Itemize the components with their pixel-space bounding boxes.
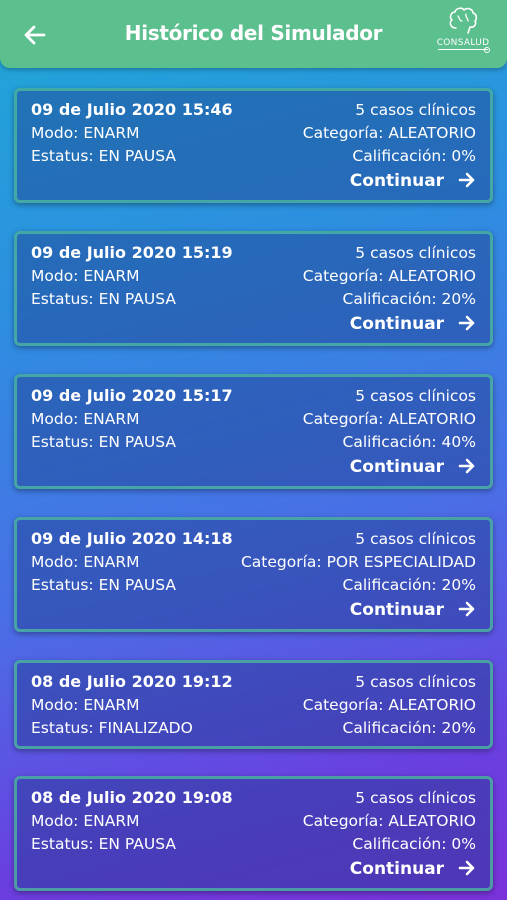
card-status: Estatus: FINALIZADO [31, 719, 193, 737]
history-card: 09 de Julio 2020 15:46 5 casos clínicos … [14, 88, 493, 203]
continue-label: Continuar [349, 457, 445, 477]
card-date: 09 de Julio 2020 15:46 [31, 100, 233, 119]
card-date: 09 de Julio 2020 15:19 [31, 243, 233, 262]
card-cases: 5 casos clínicos [355, 789, 476, 807]
card-category: Categoría: ALEATORIO [302, 812, 476, 830]
card-status: Estatus: EN PAUSA [31, 147, 176, 165]
arrow-right-icon [458, 315, 475, 331]
card-category: Categoría: ALEATORIO [302, 267, 476, 285]
card-grade: Calificación: 40% [342, 433, 476, 451]
card-date: 08 de Julio 2020 19:12 [31, 672, 233, 691]
brain-logo-icon [449, 7, 478, 34]
continue-button[interactable]: Continuar [350, 312, 476, 336]
continue-label: Continuar [349, 314, 445, 334]
history-card: 08 de Julio 2020 19:12 5 casos clínicos … [14, 660, 493, 749]
history-card: 08 de Julio 2020 19:08 5 casos clínicos … [14, 776, 493, 891]
card-cases: 5 casos clínicos [355, 673, 476, 691]
logo-underline [438, 47, 490, 53]
arrow-right-icon [458, 860, 475, 876]
card-category: Categoría: POR ESPECIALIDAD [240, 553, 476, 571]
card-category: Categoría: ALEATORIO [302, 410, 476, 428]
continue-label: Continuar [349, 859, 445, 879]
card-cases: 5 casos clínicos [355, 530, 476, 548]
card-status: Estatus: EN PAUSA [31, 576, 176, 594]
card-mode: Modo: ENARM [31, 267, 140, 285]
card-mode: Modo: ENARM [31, 124, 140, 142]
card-status: Estatus: EN PAUSA [31, 290, 176, 308]
continue-button[interactable]: Continuar [350, 169, 476, 193]
card-status: Estatus: EN PAUSA [31, 835, 176, 853]
card-mode: Modo: ENARM [31, 696, 140, 714]
continue-button[interactable]: Continuar [350, 598, 476, 622]
continue-button[interactable]: Continuar [350, 455, 476, 479]
card-cases: 5 casos clínicos [355, 244, 476, 262]
consalud-logo: CONSALUD [432, 6, 494, 62]
card-grade: Calificación: 20% [342, 719, 476, 737]
arrow-right-icon [458, 601, 475, 617]
continue-button[interactable]: Continuar [350, 857, 476, 881]
page-title: Histórico del Simulador [124, 21, 383, 45]
card-grade: Calificación: 0% [352, 147, 476, 165]
card-grade: Calificación: 20% [342, 290, 476, 308]
history-card: 09 de Julio 2020 14:18 5 casos clínicos … [14, 517, 493, 632]
app-header: Histórico del Simulador CONSALUD [0, 0, 507, 68]
arrow-right-icon [458, 172, 475, 188]
arrow-right-icon [458, 458, 475, 474]
continue-label: Continuar [349, 171, 445, 191]
history-card: 09 de Julio 2020 15:19 5 casos clínicos … [14, 231, 493, 346]
card-grade: Calificación: 20% [342, 576, 476, 594]
card-mode: Modo: ENARM [31, 812, 140, 830]
card-category: Categoría: ALEATORIO [302, 696, 476, 714]
card-grade: Calificación: 0% [352, 835, 476, 853]
card-status: Estatus: EN PAUSA [31, 433, 176, 451]
history-card: 09 de Julio 2020 15:17 5 casos clínicos … [14, 374, 493, 489]
card-mode: Modo: ENARM [31, 553, 140, 571]
card-date: 08 de Julio 2020 19:08 [31, 788, 233, 807]
card-mode: Modo: ENARM [31, 410, 140, 428]
card-cases: 5 casos clínicos [355, 387, 476, 405]
card-cases: 5 casos clínicos [355, 101, 476, 119]
card-date: 09 de Julio 2020 14:18 [31, 529, 233, 548]
card-category: Categoría: ALEATORIO [302, 124, 476, 142]
continue-label: Continuar [349, 600, 445, 620]
card-date: 09 de Julio 2020 15:17 [31, 386, 233, 405]
